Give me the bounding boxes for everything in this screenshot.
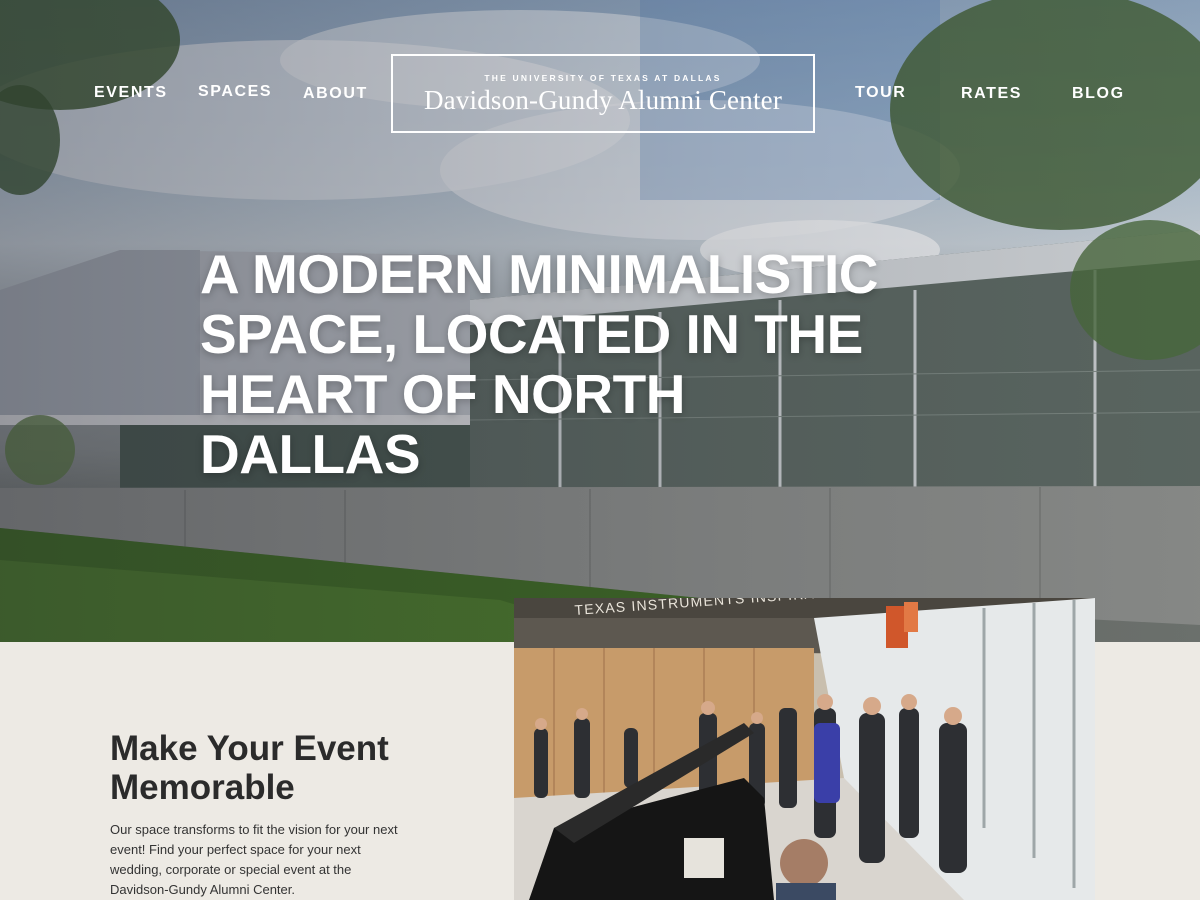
nav-link-about[interactable]: ABOUT [303,85,368,103]
event-photo-illustration [514,598,1095,900]
intro-heading: Make Your Event Memorable [110,729,389,807]
site-logo[interactable]: THE UNIVERSITY OF TEXAS AT DALLAS Davids… [391,54,815,133]
nav-link-events[interactable]: EVENTS [94,84,168,102]
nav-link-blog[interactable]: BLOG [1072,85,1125,103]
nav-link-tour[interactable]: TOUR [855,84,906,102]
hero-headline: A MODERN MINIMALISTIC SPACE, LOCATED IN … [200,243,878,485]
intro-paragraph: Our space transforms to fit the vision f… [110,822,398,897]
logo-subtitle: THE UNIVERSITY OF TEXAS AT DALLAS [484,73,722,83]
nav-link-spaces[interactable]: SPACES [198,83,272,101]
event-hall-photo: TEXAS INSTRUMENTS INSPIRATION HALL [514,598,1095,900]
nav-link-rates[interactable]: RATES [961,85,1022,103]
hero-banner: EVENTS SPACES ABOUT THE UNIVERSITY OF TE… [0,0,1200,642]
logo-title: Davidson-Gundy Alumni Center [423,85,783,115]
